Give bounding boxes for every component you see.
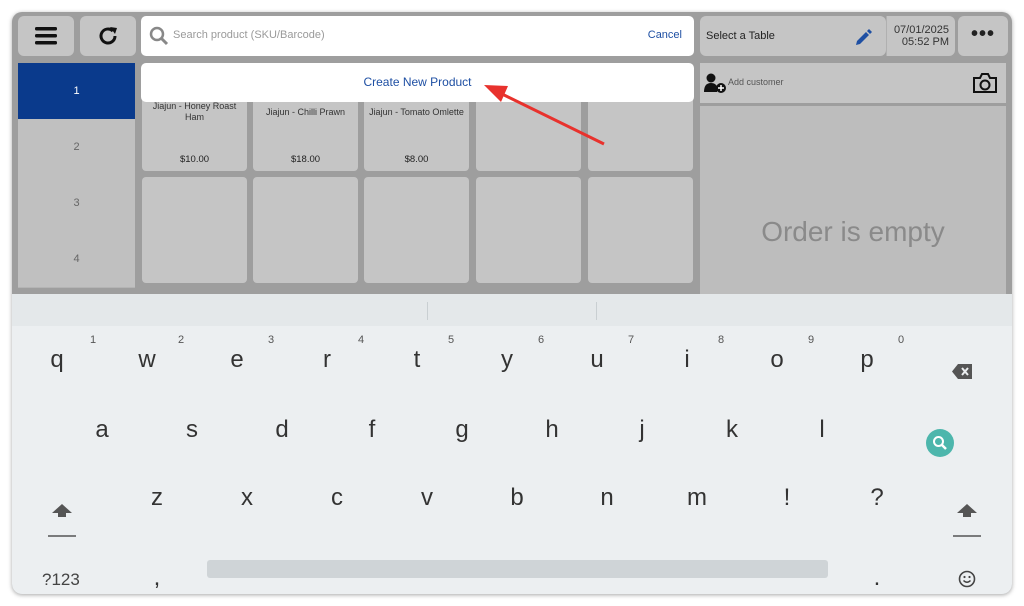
search-icon [149, 26, 169, 46]
key-p[interactable]: p [860, 346, 873, 374]
menu-button[interactable] [18, 16, 74, 56]
suggestion-divider [427, 302, 428, 320]
order-panel: Order is empty [700, 106, 1006, 294]
product-name: Jiajun - Honey Roast Ham [152, 101, 237, 122]
key-b[interactable]: b [510, 484, 523, 512]
key-hint: 6 [538, 334, 545, 346]
more-dots-icon: ••• [970, 23, 995, 45]
cancel-search-button[interactable]: Cancel [648, 29, 682, 41]
key-c[interactable]: c [331, 484, 343, 512]
empty-product-slot [253, 177, 358, 283]
key-t[interactable]: t [414, 346, 421, 374]
product-price: $18.00 [290, 154, 321, 165]
key-w[interactable]: w [138, 346, 155, 374]
key-j[interactable]: j [639, 416, 644, 444]
shift-icon [953, 504, 981, 537]
product-name: Jiajun - Tomato Omlette [369, 107, 464, 117]
key-s[interactable]: s [186, 416, 198, 444]
key-question[interactable]: ? [870, 484, 883, 512]
hamburger-icon [35, 27, 57, 45]
key-hint: 8 [718, 334, 725, 346]
datetime-display: 07/01/2025 05:52 PM [886, 16, 955, 56]
key-hint: 2 [178, 334, 185, 346]
key-r[interactable]: r [323, 346, 331, 374]
emoji-icon[interactable] [958, 570, 976, 588]
key-o[interactable]: o [770, 346, 783, 374]
key-i[interactable]: i [684, 346, 689, 374]
key-hint: 0 [898, 334, 905, 346]
camera-icon[interactable] [972, 71, 998, 95]
backspace-icon[interactable] [952, 364, 972, 379]
time-text: 05:52 PM [901, 36, 949, 48]
category-tab-2[interactable]: 2 [18, 119, 135, 176]
space-key[interactable] [207, 560, 828, 578]
key-hint: 4 [358, 334, 365, 346]
key-exclamation[interactable]: ! [784, 484, 791, 512]
product-name: Jiajun - Chilli Prawn [265, 107, 346, 117]
key-h[interactable]: h [545, 416, 558, 444]
shift-key-right[interactable] [953, 502, 981, 542]
key-x[interactable]: x [241, 484, 253, 512]
suggestion-divider [596, 302, 597, 320]
key-e[interactable]: e [230, 346, 243, 374]
pos-app: Search product (SKU/Barcode) Cancel Sele… [12, 12, 1012, 594]
key-f[interactable]: f [369, 416, 376, 444]
key-period[interactable]: . [874, 564, 881, 592]
key-n[interactable]: n [600, 484, 613, 512]
product-price: $8.00 [404, 154, 429, 165]
pencil-icon[interactable] [854, 28, 872, 46]
refresh-icon [99, 27, 117, 45]
key-hint: 7 [628, 334, 635, 346]
search-input[interactable]: Search product (SKU/Barcode) [173, 29, 325, 41]
add-user-icon [704, 73, 726, 93]
more-options-button[interactable]: ••• [958, 16, 1008, 56]
key-d[interactable]: d [275, 416, 288, 444]
refresh-button[interactable] [80, 16, 136, 56]
product-price: $10.00 [179, 154, 210, 165]
annotation-arrow [484, 85, 605, 146]
add-customer-label: Add customer [728, 77, 784, 87]
key-l[interactable]: l [819, 416, 824, 444]
select-table-label: Select a Table [706, 30, 775, 42]
on-screen-keyboard: 1 2 3 4 5 6 7 8 9 0 q w e r t y u i o p … [12, 294, 1012, 594]
shift-key-left[interactable] [48, 502, 76, 542]
category-tab-3[interactable]: 3 [18, 175, 135, 232]
symbols-key[interactable]: ?123 [42, 570, 80, 590]
key-u[interactable]: u [590, 346, 603, 374]
key-hint: 3 [268, 334, 275, 346]
date-text: 07/01/2025 [893, 24, 949, 36]
key-g[interactable]: g [455, 416, 468, 444]
empty-product-slot [364, 177, 469, 283]
select-table-button[interactable]: Select a Table [700, 16, 886, 56]
key-v[interactable]: v [421, 484, 433, 512]
key-hint: 5 [448, 334, 455, 346]
category-tab-4[interactable]: 4 [18, 231, 135, 288]
key-hint: 1 [90, 334, 97, 346]
key-y[interactable]: y [501, 346, 513, 374]
order-empty-text: Order is empty [761, 216, 945, 247]
empty-product-slot [476, 177, 581, 283]
add-customer-bar[interactable]: Add customer [700, 63, 1006, 103]
shift-icon [48, 504, 76, 537]
key-a[interactable]: a [95, 416, 108, 444]
key-m[interactable]: m [687, 484, 707, 512]
key-k[interactable]: k [726, 416, 738, 444]
search-key-icon[interactable] [926, 429, 954, 457]
category-tab-1[interactable]: 1 [18, 63, 135, 120]
key-z[interactable]: z [151, 484, 163, 512]
empty-product-slot [588, 177, 693, 283]
key-q[interactable]: q [50, 346, 63, 374]
empty-product-slot [142, 177, 247, 283]
suggestion-strip [12, 294, 1012, 326]
key-hint: 9 [808, 334, 815, 346]
key-comma[interactable]: , [154, 564, 161, 592]
search-bar[interactable]: Search product (SKU/Barcode) Cancel [141, 16, 694, 56]
